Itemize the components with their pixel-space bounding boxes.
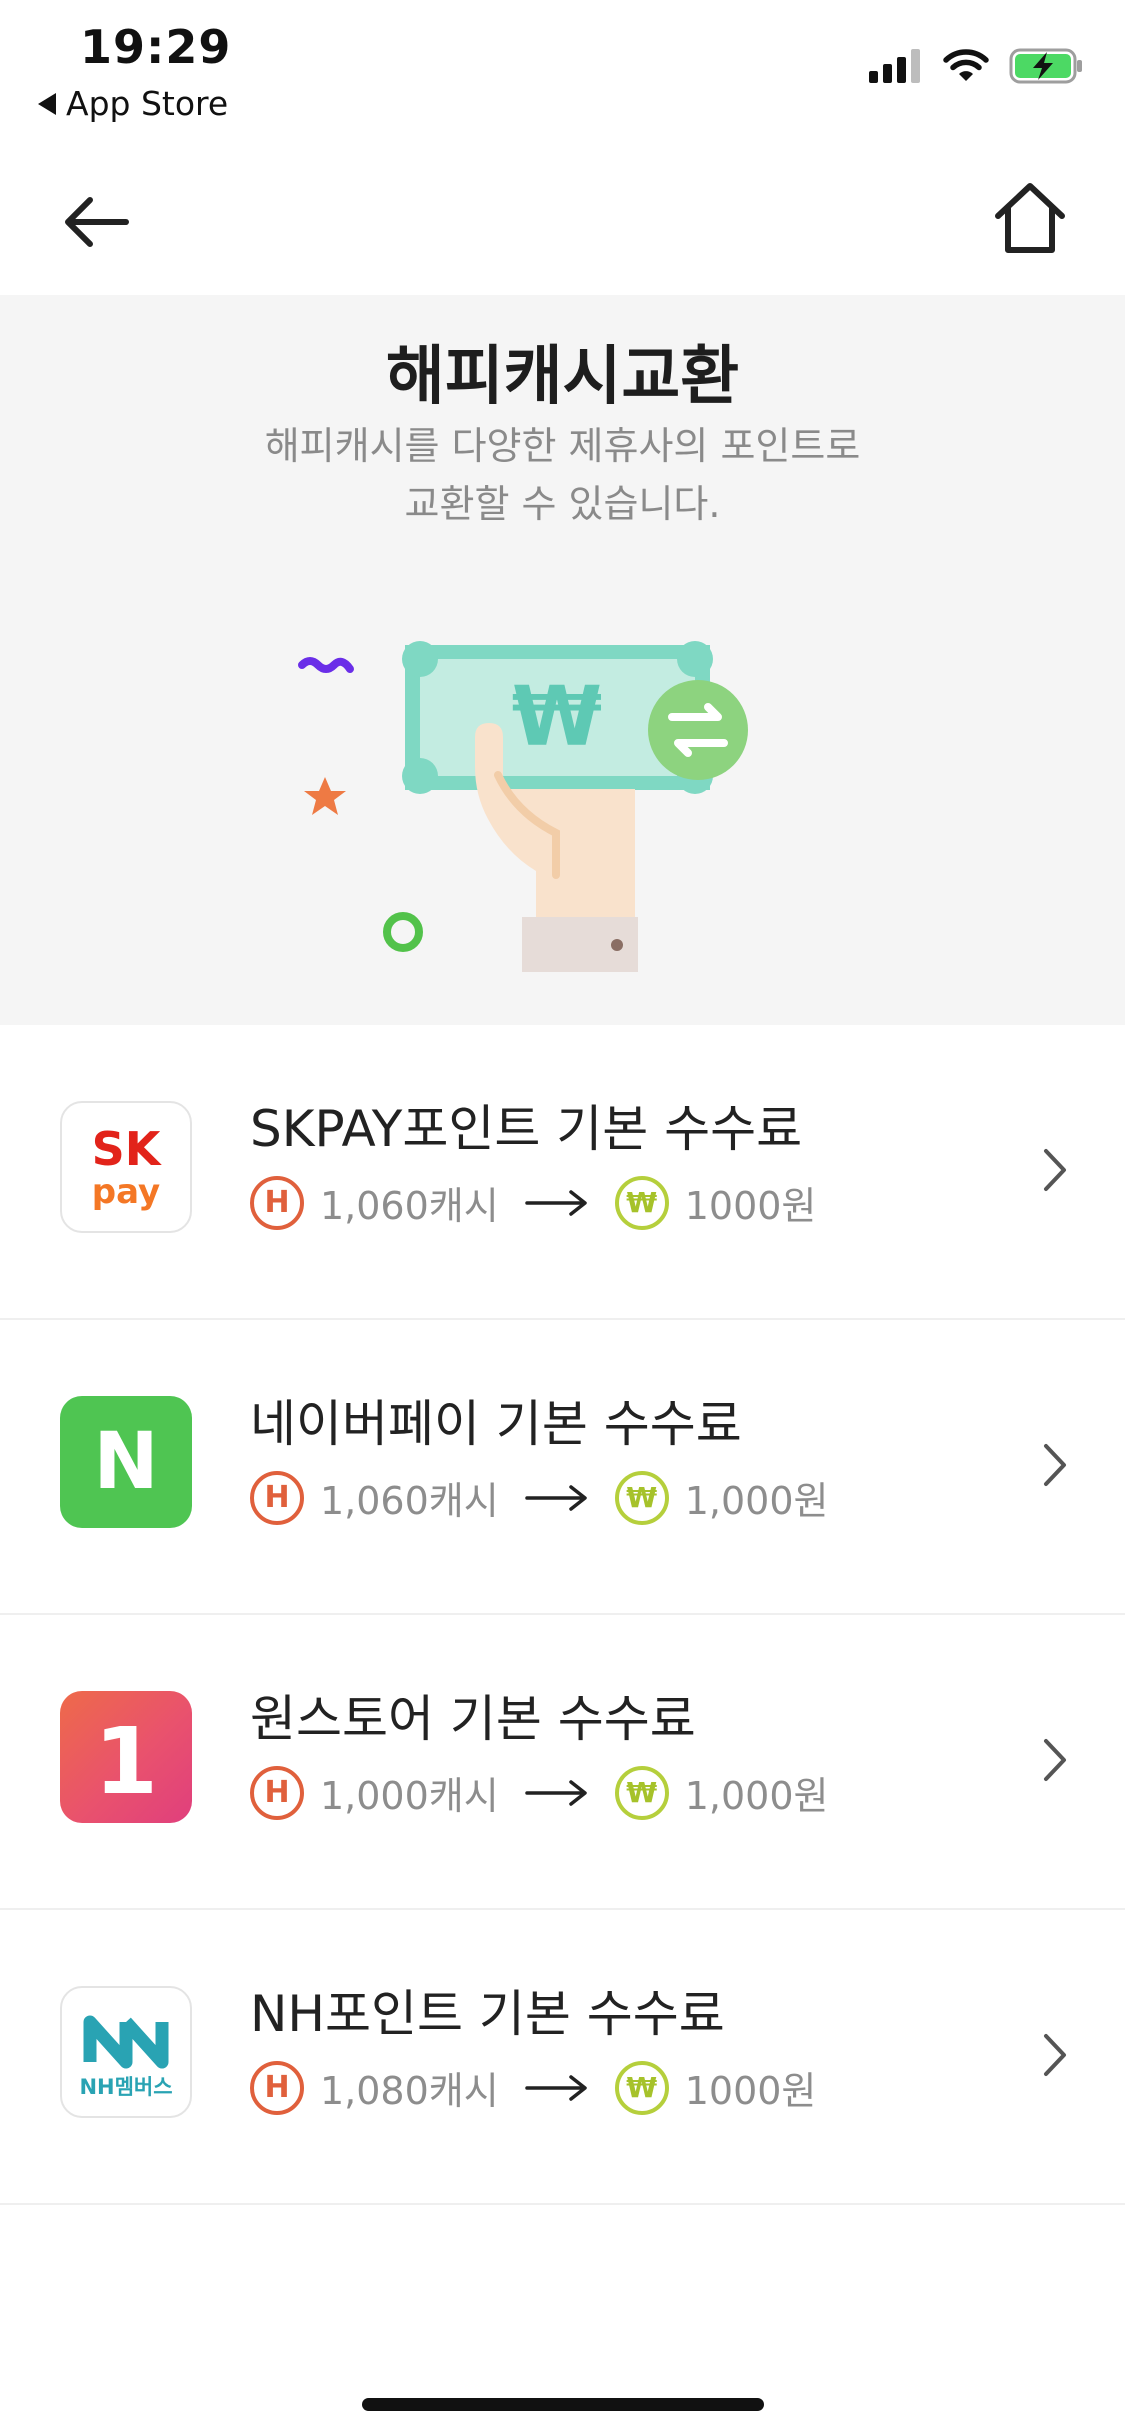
- right-arrow-icon: [524, 1189, 587, 1216]
- right-arrow-icon: [524, 2074, 587, 2101]
- list-item-naverpay[interactable]: N 네이버페이 기본 수수료 H 1,060캐시 ₩ 1,000원: [0, 1320, 1125, 1615]
- back-to-app-store-link[interactable]: App Store: [38, 84, 228, 123]
- to-amount: 1,000원: [684, 1774, 829, 1818]
- page-subtitle: 해피캐시를 다양한 제휴사의 포인트로 교환할 수 있습니다.: [0, 417, 1125, 533]
- chevron-right-icon: [1044, 2034, 1066, 2076]
- to-amount: 1000원: [684, 1184, 817, 1228]
- from-amount: 1,060캐시: [320, 1184, 499, 1228]
- chevron-right-icon: [1044, 1739, 1066, 1781]
- chevron-right-icon: [1044, 1149, 1066, 1191]
- happy-cash-icon: H: [250, 1470, 304, 1525]
- svg-text:N: N: [93, 1417, 158, 1507]
- subtitle-line-1: 해피캐시를 다양한 제휴사의 포인트로: [264, 424, 861, 468]
- chevron-right-icon: [1044, 1444, 1066, 1486]
- to-amount: 1,000원: [684, 1479, 829, 1523]
- from-amount: 1,060캐시: [320, 1479, 499, 1523]
- home-icon[interactable]: [990, 178, 1070, 258]
- from-amount: 1,000캐시: [320, 1774, 499, 1818]
- page-title: 해피캐시교환: [385, 340, 740, 414]
- fee-row: H 1,000캐시 ₩ 1,000원: [250, 1765, 828, 1820]
- item-title: 원스토어 기본 수수료: [250, 1690, 696, 1748]
- cash-exchange-illustration: ₩: [298, 641, 748, 972]
- status-icons: [869, 48, 1085, 84]
- wifi-icon: [943, 49, 989, 81]
- won-icon: ₩: [614, 1470, 669, 1525]
- nh-members-logo: NH멤버스: [60, 1986, 192, 2118]
- skpay-logo: SK pay: [60, 1101, 192, 1233]
- won-icon: ₩: [614, 1175, 669, 1230]
- happy-cash-icon: H: [250, 1175, 304, 1230]
- to-amount: 1000원: [684, 2069, 817, 2113]
- home-indicator[interactable]: [362, 2398, 764, 2411]
- subtitle-line-2: 교환할 수 있습니다.: [404, 482, 721, 526]
- naverpay-logo: N: [60, 1396, 192, 1528]
- hero-banner: 해피캐시교환 해피캐시를 다양한 제휴사의 포인트로 교환할 수 있습니다. ₩: [0, 295, 1125, 1025]
- happy-cash-icon: H: [250, 1765, 304, 1820]
- item-title: SKPAY포인트 기본 수수료: [250, 1100, 803, 1158]
- svg-text:1: 1: [94, 1708, 158, 1815]
- won-icon: ₩: [614, 2060, 669, 2115]
- battery-charging-icon: [1009, 48, 1082, 84]
- onestore-logo: 1: [60, 1691, 192, 1823]
- signal-icon: [869, 49, 920, 83]
- navigation-bar: [0, 150, 1125, 295]
- list-item-nhpoint[interactable]: NH멤버스 NH포인트 기본 수수료 H 1,080캐시 ₩ 1000원: [0, 1910, 1125, 2205]
- back-triangle-icon: [38, 92, 56, 115]
- list-item-onestore[interactable]: 1 원스토어 기본 수수료 H 1,000캐시 ₩ 1,000원: [0, 1615, 1125, 1910]
- status-bar: 19:29 App Store: [0, 0, 1125, 140]
- fee-row: H 1,060캐시 ₩ 1000원: [250, 1175, 816, 1230]
- won-icon: ₩: [614, 1765, 669, 1820]
- fee-row: H 1,080캐시 ₩ 1000원: [250, 2060, 816, 2115]
- fee-row: H 1,060캐시 ₩ 1,000원: [250, 1470, 828, 1525]
- svg-text:NH멤버스: NH멤버스: [79, 2075, 172, 2099]
- back-arrow-icon[interactable]: [60, 182, 140, 262]
- from-amount: 1,080캐시: [320, 2069, 499, 2113]
- back-app-label: App Store: [66, 84, 229, 123]
- item-title: NH포인트 기본 수수료: [250, 1985, 725, 2043]
- svg-text:SK: SK: [92, 1122, 163, 1176]
- happy-cash-icon: H: [250, 2060, 304, 2115]
- exchange-partner-list: SK pay SKPAY포인트 기본 수수료 H 1,060캐시 ₩ 1000원…: [0, 1025, 1125, 2205]
- list-item-skpay[interactable]: SK pay SKPAY포인트 기본 수수료 H 1,060캐시 ₩ 1000원: [0, 1025, 1125, 1320]
- item-title: 네이버페이 기본 수수료: [250, 1395, 742, 1453]
- right-arrow-icon: [524, 1779, 587, 1806]
- svg-text:₩: ₩: [512, 670, 602, 765]
- status-time: 19:29: [80, 20, 232, 74]
- right-arrow-icon: [524, 1484, 587, 1511]
- svg-text:pay: pay: [92, 1172, 160, 1212]
